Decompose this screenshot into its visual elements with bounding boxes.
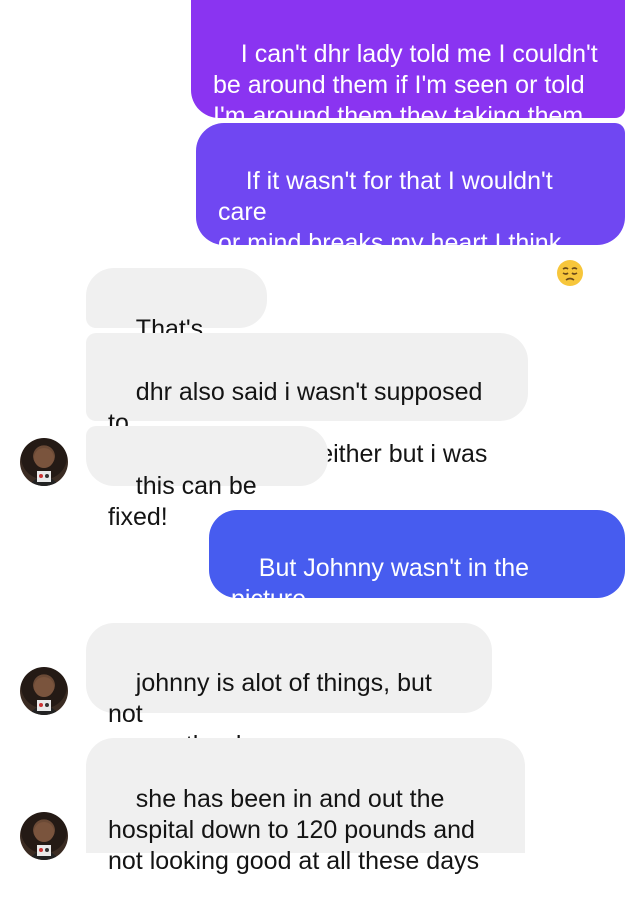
- message-bubble-incoming[interactable]: this can be fixed!: [86, 426, 328, 531]
- pensive-face-emoji: [556, 259, 584, 295]
- contact-avatar[interactable]: [20, 667, 68, 715]
- message-bubble-incoming[interactable]: dhr also said i wasn't supposed to be ar…: [86, 333, 528, 468]
- message-bubble-incoming[interactable]: johnny is alot of things, but not our mo…: [86, 623, 492, 759]
- message-bubble-incoming[interactable]: she has been in and out the hospital dow…: [86, 738, 525, 875]
- message-bubble-incoming[interactable]: That's crazy: [86, 268, 267, 374]
- avatar-icon: [29, 448, 59, 486]
- message-text: I can't dhr lady told me I couldn't be a…: [213, 40, 598, 130]
- contact-avatar[interactable]: [20, 438, 68, 486]
- message-bubble-outgoing[interactable]: I can't dhr lady told me I couldn't be a…: [191, 0, 625, 130]
- avatar-icon: [29, 677, 59, 715]
- message-text: If it wasn't for that I wouldn't care or…: [218, 167, 562, 289]
- message-bubble-outgoing[interactable]: If it wasn't for that I wouldn't care or…: [196, 123, 625, 289]
- message-bubble-outgoing[interactable]: But Johnny wasn't in the picture either …: [209, 510, 625, 644]
- message-text: she has been in and out the hospital dow…: [108, 785, 480, 875]
- chat-thread: I can't dhr lady told me I couldn't be a…: [0, 0, 640, 875]
